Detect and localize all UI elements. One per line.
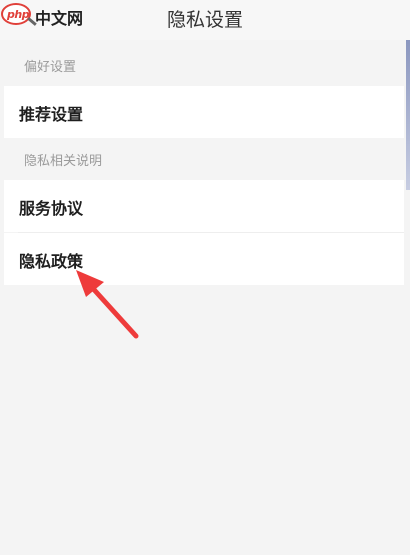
privacy-settings-screen: 隐私设置 php 中文网 偏好设置 推荐设置 隐私相关说明 服务协议 隐私政策 (0, 0, 410, 555)
row-label: 推荐设置 (19, 105, 84, 124)
magnifier-logo-icon: php (1, 3, 31, 25)
row-service-agreement[interactable]: 服务协议 (4, 180, 404, 232)
logo-text: 中文网 (35, 9, 84, 28)
edge-strip (406, 40, 410, 190)
section-header-preferences: 偏好设置 (4, 44, 404, 86)
row-label: 服务协议 (19, 199, 84, 218)
row-label: 隐私政策 (19, 252, 84, 271)
row-recommend-settings[interactable]: 推荐设置 (4, 86, 404, 138)
row-privacy-policy[interactable]: 隐私政策 (4, 233, 404, 285)
section-header-privacy-info: 隐私相关说明 (4, 138, 404, 180)
section-header-label: 偏好设置 (24, 60, 77, 75)
section-header-label: 隐私相关说明 (24, 154, 103, 169)
watermark-logo: php 中文网 (1, 3, 87, 29)
